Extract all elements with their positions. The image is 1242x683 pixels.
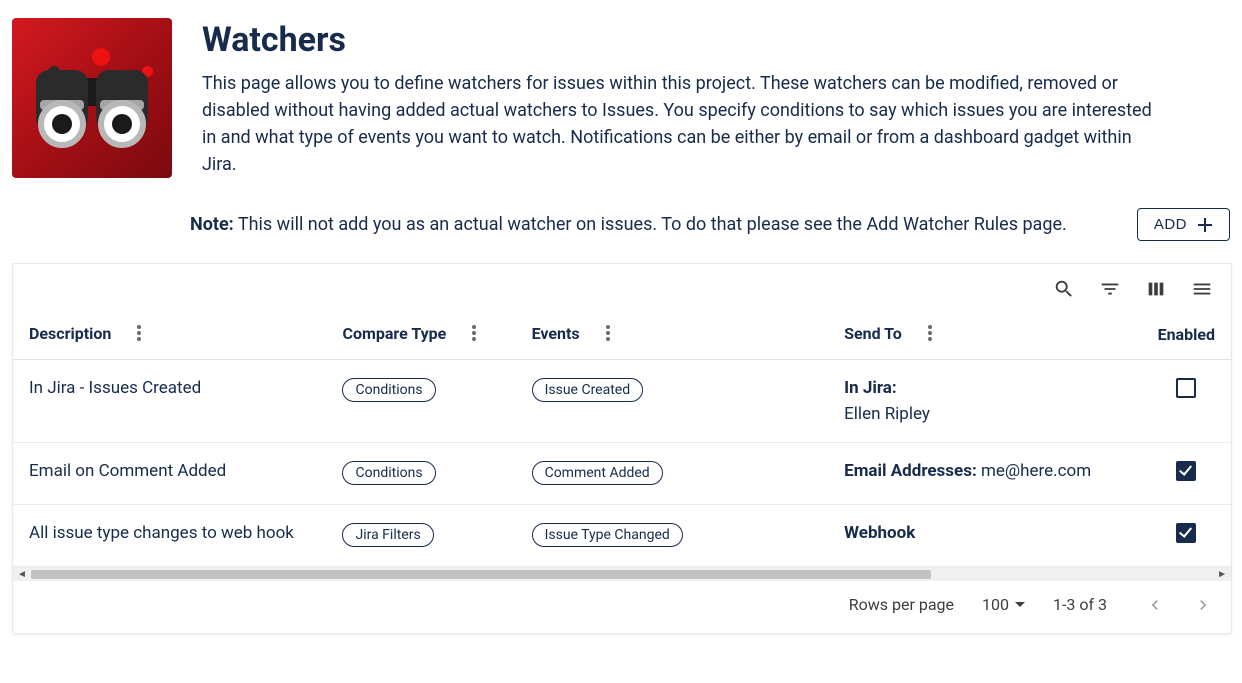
- rows-per-page-value: 100: [982, 595, 1009, 614]
- cell-send-to: Email Addresses: me@here.com: [828, 442, 1141, 504]
- send-to-label: Email Addresses:: [844, 461, 977, 481]
- cell-events: Issue Type Changed: [516, 504, 829, 566]
- event-chip: Issue Type Changed: [532, 523, 683, 547]
- filter-icon[interactable]: [1099, 278, 1121, 300]
- menu-icon[interactable]: [1191, 278, 1213, 300]
- cell-send-to: In Jira: Ellen Ripley: [828, 359, 1141, 442]
- columns-icon[interactable]: [1145, 278, 1167, 300]
- cell-enabled: [1142, 359, 1231, 442]
- chevron-down-icon: [1015, 602, 1025, 607]
- send-to-value: me@here.com: [981, 461, 1091, 481]
- cell-enabled: [1142, 442, 1231, 504]
- cell-description: In Jira - Issues Created: [13, 359, 326, 442]
- add-button-label: ADD: [1154, 216, 1187, 233]
- app-logo: [12, 18, 172, 178]
- cell-send-to: Webhook: [828, 504, 1141, 566]
- col-menu-icon[interactable]: [928, 325, 932, 345]
- table-toolbar: [13, 264, 1231, 310]
- send-to-label: In Jira:: [844, 378, 897, 398]
- col-menu-icon[interactable]: [472, 325, 476, 345]
- cell-description: Email on Comment Added: [13, 442, 326, 504]
- horizontal-scrollbar[interactable]: ◄ ►: [13, 567, 1231, 581]
- enabled-checkbox[interactable]: [1176, 378, 1196, 398]
- add-button[interactable]: ADD: [1137, 208, 1230, 241]
- col-description[interactable]: Description: [29, 324, 111, 343]
- page-title: Watchers: [202, 20, 1232, 60]
- event-chip: Comment Added: [532, 461, 663, 485]
- table-row[interactable]: Email on Comment Added Conditions Comment …: [13, 442, 1231, 504]
- pagination-range: 1-3 of 3: [1053, 595, 1107, 614]
- compare-type-chip: Conditions: [342, 378, 435, 402]
- search-icon[interactable]: [1053, 278, 1075, 300]
- table-row[interactable]: All issue type changes to web hook Jira F…: [13, 504, 1231, 566]
- cell-events: Issue Created: [516, 359, 829, 442]
- rows-per-page-label: Rows per page: [849, 595, 954, 614]
- col-compare-type[interactable]: Compare Type: [342, 324, 446, 343]
- event-chip: Issue Created: [532, 378, 644, 402]
- note-label: Note:: [190, 214, 234, 235]
- send-to-label: Webhook: [844, 523, 915, 543]
- page-description: This page allows you to define watchers …: [202, 70, 1162, 178]
- col-send-to[interactable]: Send To: [844, 324, 902, 343]
- cell-compare-type: Conditions: [326, 359, 515, 442]
- plus-icon: [1197, 217, 1213, 233]
- cell-events: Comment Added: [516, 442, 829, 504]
- send-to-value: Ellen Ripley: [844, 404, 1125, 424]
- note-text: Note: This will not add you as an actual…: [190, 214, 1067, 235]
- enabled-checkbox[interactable]: [1176, 523, 1196, 543]
- col-events[interactable]: Events: [532, 324, 580, 343]
- table-row[interactable]: In Jira - Issues Created Conditions Issue …: [13, 359, 1231, 442]
- col-enabled[interactable]: Enabled: [1158, 325, 1215, 344]
- col-menu-icon[interactable]: [606, 325, 610, 345]
- compare-type-chip: Jira Filters: [342, 523, 433, 547]
- next-page-icon[interactable]: [1193, 595, 1213, 615]
- rows-per-page-select[interactable]: 100: [982, 595, 1025, 614]
- cell-description: All issue type changes to web hook: [13, 504, 326, 566]
- col-menu-icon[interactable]: [137, 325, 141, 345]
- cell-compare-type: Jira Filters: [326, 504, 515, 566]
- note-body: This will not add you as an actual watch…: [238, 214, 1067, 235]
- watchers-table: Description Compare Type Events Sen: [13, 310, 1231, 567]
- enabled-checkbox[interactable]: [1176, 461, 1196, 481]
- cell-enabled: [1142, 504, 1231, 566]
- binoculars-icon: [32, 66, 152, 156]
- compare-type-chip: Conditions: [342, 461, 435, 485]
- cell-compare-type: Conditions: [326, 442, 515, 504]
- prev-page-icon[interactable]: [1145, 595, 1165, 615]
